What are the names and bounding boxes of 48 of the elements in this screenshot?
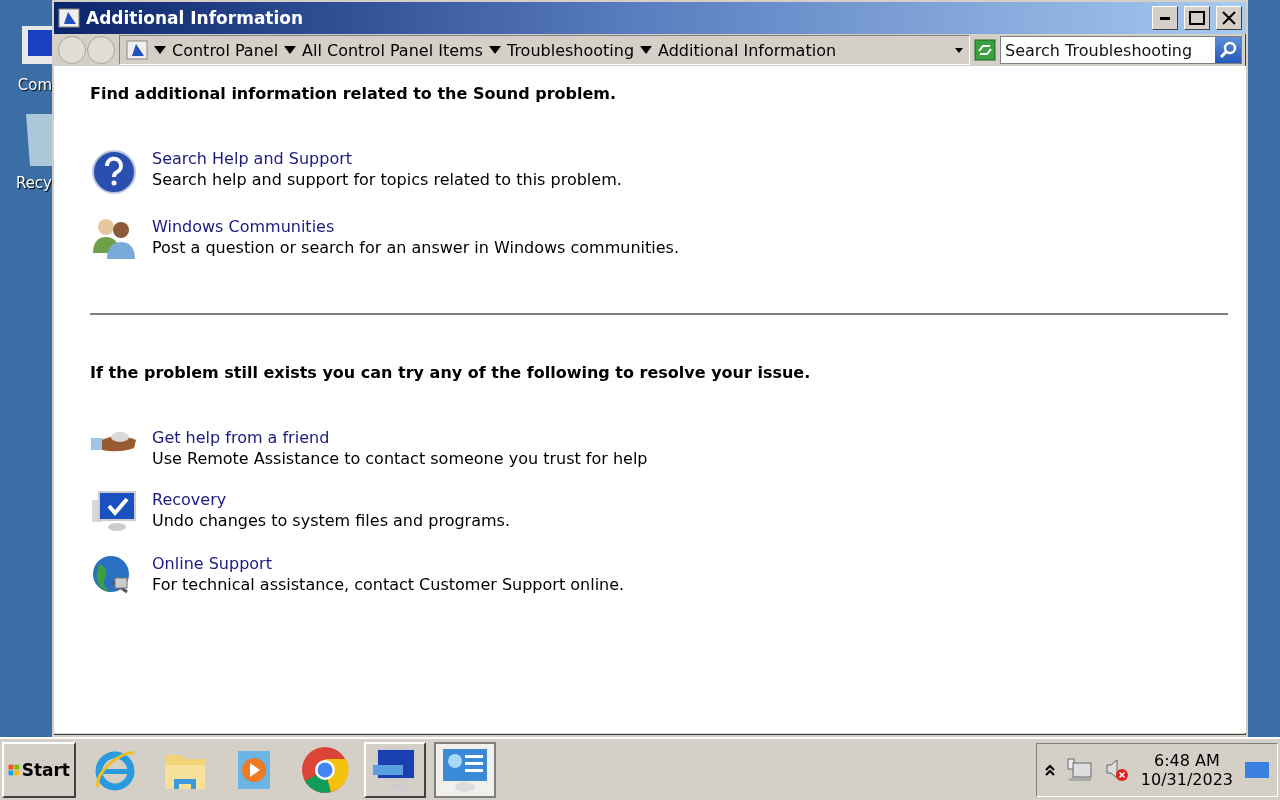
link-description: Undo changes to system files and programs. xyxy=(152,511,510,530)
show-desktop-icon[interactable] xyxy=(1245,761,1269,778)
section-heading: If the problem still exists you can try any of the following to resolve your issue. xyxy=(90,363,812,382)
address-bar[interactable]: Control Panel All Control Panel Items Troubleshooting Additional Information xyxy=(119,35,970,65)
refresh-icon[interactable] xyxy=(974,39,996,61)
breadcrumb[interactable]: Control Panel xyxy=(172,40,279,60)
help-link[interactable]: Online Support xyxy=(152,554,625,573)
window-title: Additional Information xyxy=(86,8,305,28)
people-icon xyxy=(91,217,137,259)
control-panel-icon xyxy=(58,8,80,28)
link-description: Use Remote Assistance to contact someone you trust for help xyxy=(152,449,648,468)
search-field[interactable]: Search Troubleshooting xyxy=(1000,36,1242,64)
link-description: Post a question or search for an answer in Windows communities. xyxy=(152,238,679,257)
link-description: Search help and support for topics related to this problem. xyxy=(152,170,622,189)
search-icon[interactable] xyxy=(1219,41,1237,59)
link-description: For technical assistance, contact Customer Support online. xyxy=(152,575,625,594)
help-link[interactable]: Get help from a friend xyxy=(152,428,648,447)
breadcrumb-arrow-icon[interactable] xyxy=(284,46,297,54)
minimize-button[interactable] xyxy=(1152,6,1178,30)
section-heading: Find additional information related to the Sound problem. xyxy=(90,84,618,103)
chevron-up-icon[interactable] xyxy=(1044,763,1055,776)
breadcrumb-arrow-icon[interactable] xyxy=(488,46,501,54)
minimize-icon xyxy=(1160,16,1170,20)
desktop-icon-label[interactable]: Recy xyxy=(15,174,52,192)
start-button[interactable]: Start xyxy=(2,741,76,798)
breadcrumb[interactable]: Troubleshooting xyxy=(506,40,635,60)
clock-date[interactable]: 10/31/2023 xyxy=(1140,769,1233,789)
dropdown-arrow-icon[interactable] xyxy=(955,47,963,53)
control-panel-icon xyxy=(441,746,489,793)
breadcrumb[interactable]: Additional Information xyxy=(658,40,837,60)
breadcrumb-arrow-icon[interactable] xyxy=(640,46,653,54)
help-icon xyxy=(91,149,137,195)
help-link[interactable]: Search Help and Support xyxy=(152,149,622,168)
speaker-muted-icon[interactable] xyxy=(1104,757,1129,782)
close-icon xyxy=(1222,11,1236,25)
monitor-checkmark-icon xyxy=(91,490,137,532)
maximize-button[interactable] xyxy=(1184,6,1210,30)
control-panel-icon xyxy=(126,40,148,60)
close-button[interactable] xyxy=(1216,6,1242,30)
breadcrumb-arrow-icon[interactable] xyxy=(154,46,166,54)
keyboard-monitor-icon xyxy=(371,746,419,793)
maximize-icon xyxy=(1189,11,1205,25)
chrome-icon xyxy=(301,745,349,794)
help-link[interactable]: Recovery xyxy=(152,490,510,509)
help-link[interactable]: Windows Communities xyxy=(152,217,679,236)
clock-time[interactable]: 6:48 AM xyxy=(1154,750,1220,770)
desktop-icon-label[interactable]: Com xyxy=(17,76,52,94)
breadcrumb[interactable]: All Control Panel Items xyxy=(302,40,483,60)
